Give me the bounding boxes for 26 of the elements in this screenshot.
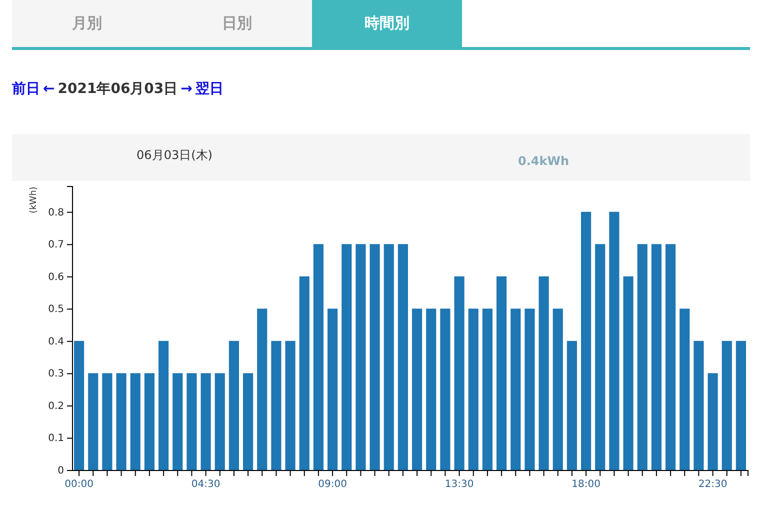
x-tick-label: 09:00 <box>318 479 347 490</box>
next-day-link[interactable]: 翌日 <box>195 80 224 98</box>
current-date: 2021年06月03日 <box>58 80 178 98</box>
y-tick-label: 0.7 <box>48 240 64 251</box>
tab[interactable]: 月別 <box>12 0 162 47</box>
left-arrow: ← <box>43 81 55 97</box>
tab[interactable]: 時間別 <box>312 0 462 47</box>
x-tick-label: 04:30 <box>191 479 220 490</box>
summary-date: 06月03日(木) <box>136 147 214 164</box>
y-tick-label: 0.6 <box>48 272 64 283</box>
x-tick-label: 00:00 <box>64 479 94 490</box>
x-tick-label: 13:30 <box>444 479 474 490</box>
y-tick-label: 0.8 <box>48 207 64 218</box>
y-axis-label: (kWh) <box>29 186 39 214</box>
total-usage: 0.4kWh <box>516 153 570 170</box>
right-arrow: → <box>180 81 192 97</box>
previous-day-link[interactable]: 前日 <box>12 80 40 98</box>
y-tick-label: 0.5 <box>48 304 64 316</box>
tab[interactable]: 日別 <box>162 0 312 47</box>
x-tick-label: 22:30 <box>698 479 728 490</box>
y-tick-label: 0.4 <box>48 336 64 348</box>
y-tick-label: 0.2 <box>48 400 64 412</box>
y-tick-label: 0.3 <box>48 368 64 380</box>
y-tick-label: 0.1 <box>48 433 64 444</box>
y-tick-label: 0 <box>58 466 64 476</box>
x-tick-label: 18:00 <box>572 479 600 490</box>
